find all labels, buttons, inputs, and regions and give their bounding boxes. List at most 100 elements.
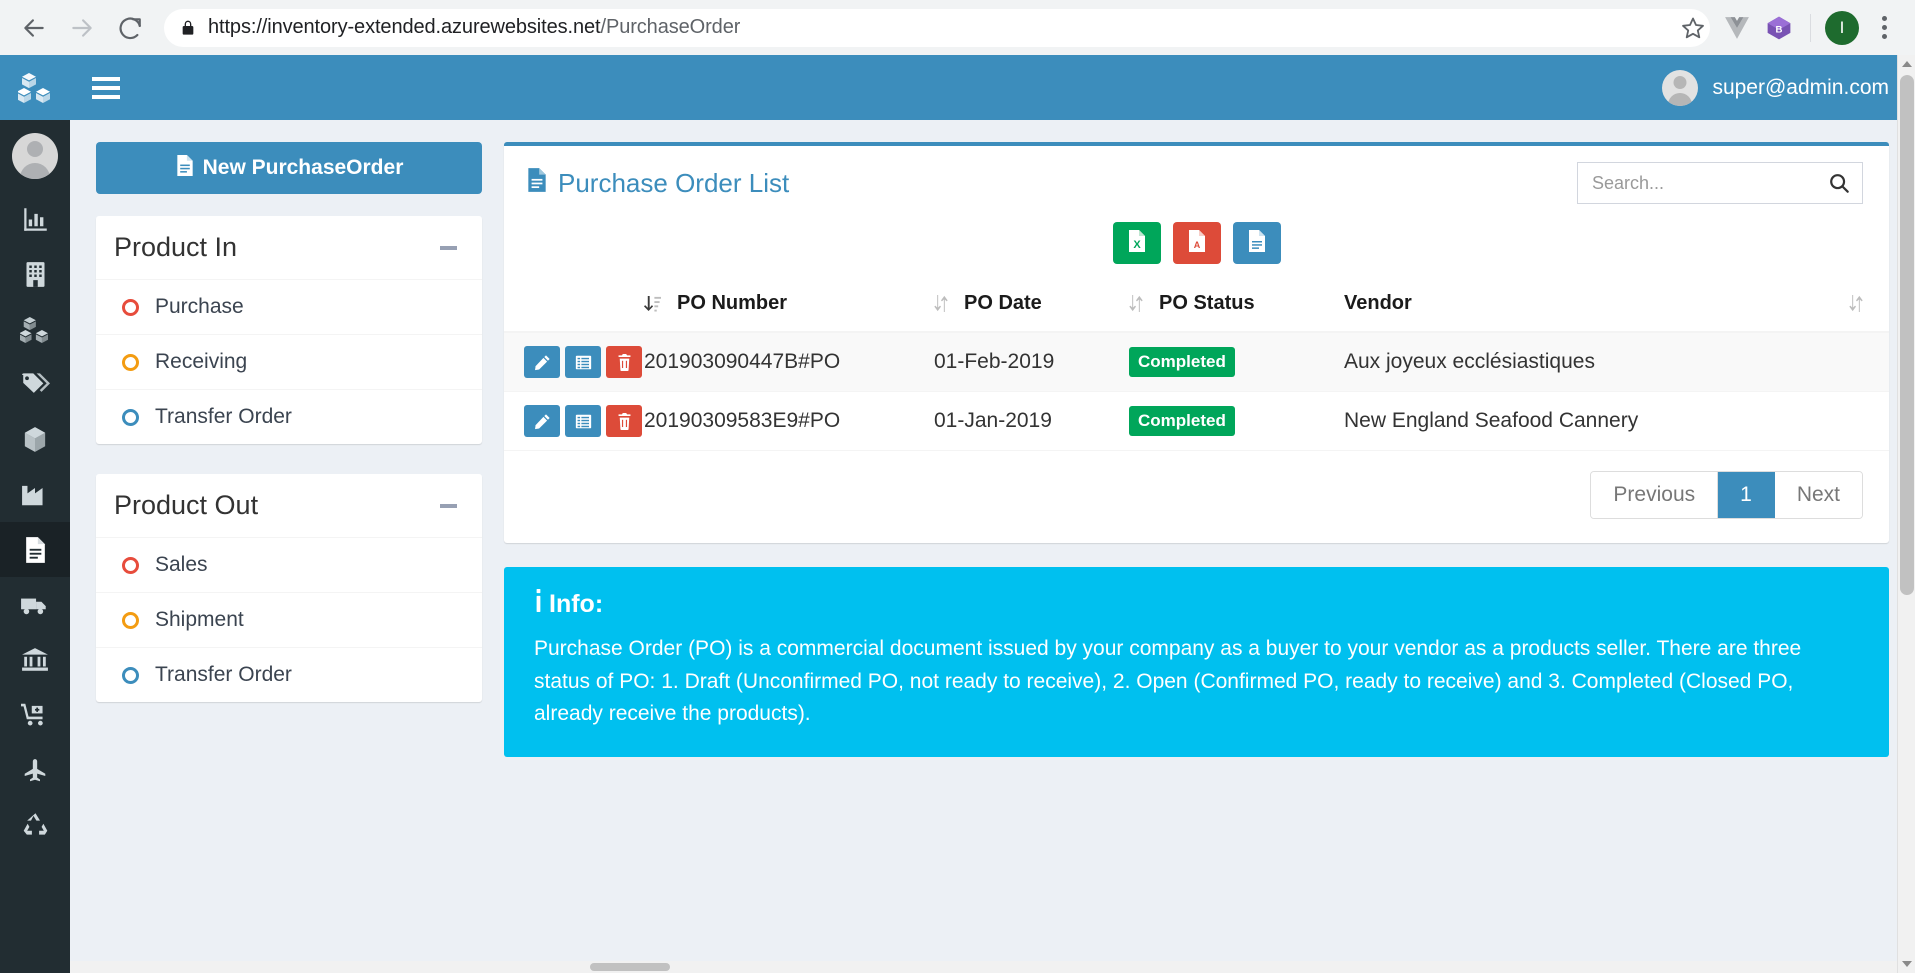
star-icon[interactable] xyxy=(1674,9,1712,47)
sidebar-item-label: Transfer Order xyxy=(155,405,292,429)
horizontal-scrollbar-thumb[interactable] xyxy=(590,963,670,971)
minus-icon[interactable] xyxy=(436,236,460,260)
file-text-icon xyxy=(526,167,548,200)
rail-item-transfer[interactable] xyxy=(0,742,70,797)
rail-item-dashboard[interactable] xyxy=(0,192,70,247)
info-icon xyxy=(534,589,543,619)
rail-item-categories[interactable] xyxy=(0,357,70,412)
main-column: super@admin.com New PurchaseOrder Produc… xyxy=(70,55,1915,973)
column-po-number[interactable]: PO Number xyxy=(644,278,934,332)
sort-icon xyxy=(1849,294,1863,313)
column-vendor-label: Vendor xyxy=(1344,292,1412,315)
forward-button[interactable] xyxy=(62,8,102,48)
profile-avatar[interactable]: I xyxy=(1825,11,1859,45)
panel-product-out: Product Out Sales Shipment Transfer Orde… xyxy=(96,474,482,702)
sidebar-item-sales[interactable]: Sales xyxy=(96,537,482,592)
delete-button[interactable] xyxy=(606,346,642,378)
file-pdf-icon: A xyxy=(1186,229,1208,258)
rail-item-inventory[interactable] xyxy=(0,412,70,467)
pagination-next[interactable]: Next xyxy=(1775,472,1862,518)
minus-icon[interactable] xyxy=(436,494,460,518)
bar-chart-icon xyxy=(22,206,49,233)
rail-item-shipment[interactable] xyxy=(0,577,70,632)
sort-icon xyxy=(934,294,948,313)
export-pdf-button[interactable]: A xyxy=(1173,222,1221,264)
sidebar-item-receiving[interactable]: Receiving xyxy=(96,334,482,389)
pagination-previous[interactable]: Previous xyxy=(1591,472,1718,518)
rail-item-company[interactable] xyxy=(0,247,70,302)
scrollbar-thumb[interactable] xyxy=(1900,75,1914,595)
rail-item-sales[interactable] xyxy=(0,687,70,742)
rail-item-purchase-order[interactable] xyxy=(0,522,70,577)
vue-devtools-icon[interactable] xyxy=(1720,11,1754,45)
detail-button[interactable] xyxy=(565,405,601,437)
rail-item-accounts[interactable] xyxy=(0,632,70,687)
detail-button[interactable] xyxy=(565,346,601,378)
pagination-row: Previous 1 Next xyxy=(504,451,1889,543)
reload-button[interactable] xyxy=(110,8,150,48)
panel-product-in: Product In Purchase Receiving Transfer O… xyxy=(96,216,482,444)
user-email: super@admin.com xyxy=(1712,76,1889,100)
purchase-order-table: PO Number PO Date xyxy=(504,278,1889,451)
column-po-status[interactable]: PO Status xyxy=(1129,278,1344,332)
app-topbar: super@admin.com xyxy=(70,55,1915,120)
export-print-button[interactable] xyxy=(1233,222,1281,264)
sidebar-item-transfer-order-out[interactable]: Transfer Order xyxy=(96,647,482,702)
search-icon[interactable] xyxy=(1828,172,1850,194)
purchase-order-list-box: Purchase Order List X xyxy=(504,142,1889,543)
factory-icon xyxy=(21,482,49,507)
building-icon xyxy=(23,261,48,288)
back-button[interactable] xyxy=(14,8,54,48)
column-po-date[interactable]: PO Date xyxy=(934,278,1129,332)
user-avatar-icon[interactable] xyxy=(0,120,70,192)
horizontal-scrollbar[interactable] xyxy=(70,961,1897,973)
file-text-icon xyxy=(175,154,195,183)
scroll-up-arrow-icon[interactable] xyxy=(1898,55,1915,73)
sort-icon xyxy=(1129,294,1143,313)
rail-item-products[interactable] xyxy=(0,302,70,357)
edit-button[interactable] xyxy=(524,346,560,378)
lock-icon xyxy=(180,19,196,37)
sidebar-item-label: Purchase xyxy=(155,295,244,319)
panel-title: Product Out xyxy=(114,490,258,521)
table-row[interactable]: 20190309583E9#PO 01-Jan-2019 Completed N… xyxy=(504,392,1889,451)
cubes-logo-icon[interactable] xyxy=(0,55,70,120)
search-box[interactable] xyxy=(1577,162,1863,204)
column-vendor[interactable]: Vendor xyxy=(1344,278,1889,332)
column-po-status-label: PO Status xyxy=(1159,292,1255,315)
table-row[interactable]: 201903090447B#PO 01-Feb-2019 Completed A… xyxy=(504,332,1889,392)
delete-button[interactable] xyxy=(606,405,642,437)
sort-amount-desc-icon xyxy=(644,294,661,313)
application-shell: super@admin.com New PurchaseOrder Produc… xyxy=(0,55,1915,973)
icon-rail xyxy=(0,55,70,973)
bootstrap-extension-icon[interactable]: B xyxy=(1762,11,1796,45)
new-purchase-order-button[interactable]: New PurchaseOrder xyxy=(96,142,482,194)
purchase-order-list-header: Purchase Order List xyxy=(504,146,1889,216)
kebab-menu-icon[interactable] xyxy=(1867,11,1901,45)
circle-icon xyxy=(122,409,139,426)
circle-icon xyxy=(122,667,139,684)
edit-button[interactable] xyxy=(524,405,560,437)
rail-item-warehouse[interactable] xyxy=(0,467,70,522)
status-badge: Completed xyxy=(1129,406,1235,436)
page-scrollbar[interactable] xyxy=(1897,55,1915,973)
url-text: https://inventory-extended.azurewebsites… xyxy=(208,16,740,39)
rail-item-returns[interactable] xyxy=(0,797,70,852)
sidebar-item-label: Transfer Order xyxy=(155,663,292,687)
sidebar-item-purchase[interactable]: Purchase xyxy=(96,279,482,334)
new-purchase-order-label: New PurchaseOrder xyxy=(203,156,404,180)
scroll-down-arrow-icon[interactable] xyxy=(1898,955,1915,973)
svg-text:X: X xyxy=(1133,239,1141,251)
address-bar[interactable]: https://inventory-extended.azurewebsites… xyxy=(164,9,1710,47)
cell-vendor: New England Seafood Cannery xyxy=(1344,392,1889,451)
sidebar-item-shipment[interactable]: Shipment xyxy=(96,592,482,647)
topbar-user[interactable]: super@admin.com xyxy=(1662,70,1889,106)
hamburger-icon[interactable] xyxy=(92,71,126,105)
search-input[interactable] xyxy=(1592,173,1822,194)
export-excel-button[interactable]: X xyxy=(1113,222,1161,264)
pagination-page-1[interactable]: 1 xyxy=(1718,472,1775,518)
sidebar-item-transfer-order-in[interactable]: Transfer Order xyxy=(96,389,482,444)
cell-po-date: 01-Jan-2019 xyxy=(934,392,1129,451)
url-path: /PurchaseOrder xyxy=(601,16,741,38)
file-text-icon xyxy=(23,536,48,564)
